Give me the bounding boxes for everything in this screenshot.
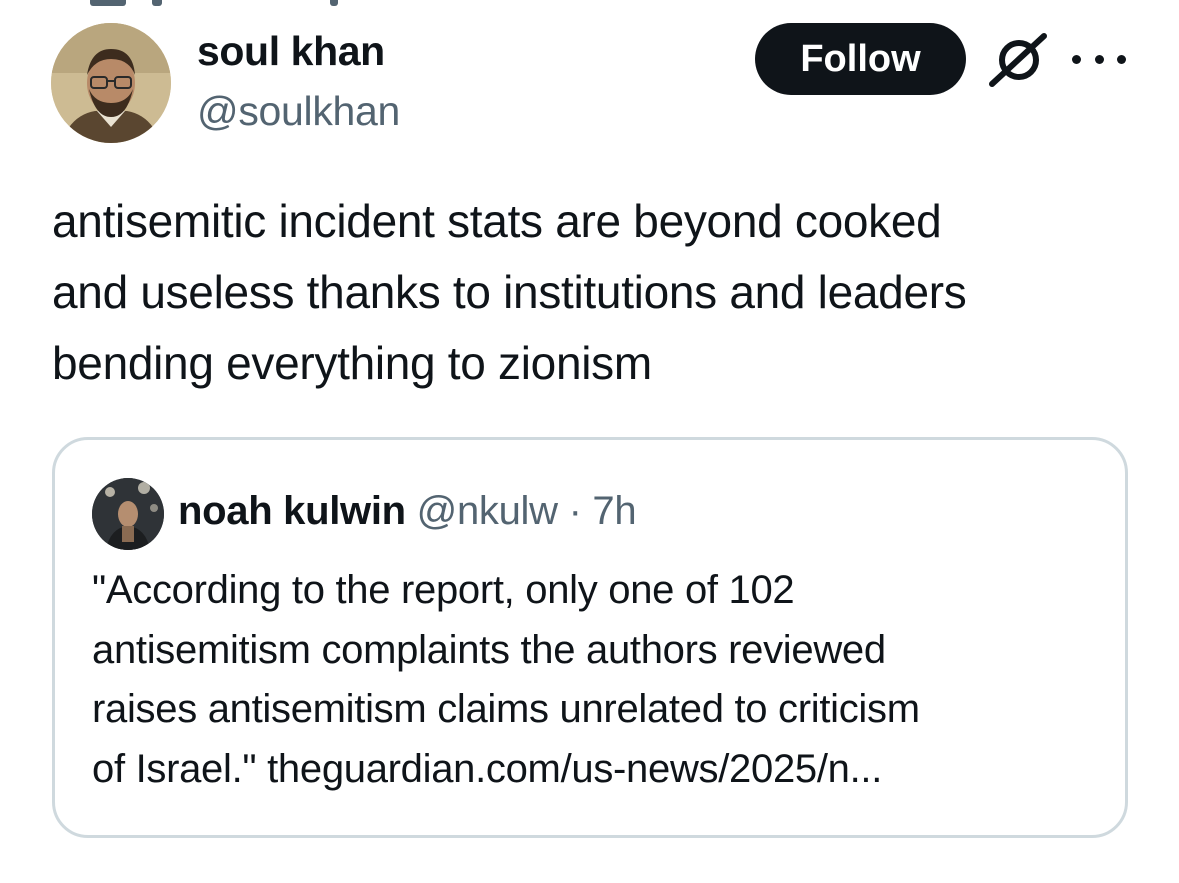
quoted-author-avatar-image xyxy=(92,478,164,550)
quoted-text-line: antisemitism complaints the authors revi… xyxy=(92,627,886,672)
author-display-name[interactable]: soul khan xyxy=(197,28,385,75)
author-avatar[interactable] xyxy=(51,23,171,143)
quoted-tweet-timestamp[interactable]: 7h xyxy=(592,489,636,533)
grok-icon-glyph xyxy=(989,33,1047,87)
quoted-tweet-text: "According to the report, only one of 10… xyxy=(92,561,1102,799)
more-dot xyxy=(1094,54,1104,64)
post-text-line: and useless thanks to institutions and l… xyxy=(52,266,967,318)
post-text-line: bending everything to zionism xyxy=(52,337,652,389)
author-handle[interactable]: @soulkhan xyxy=(197,88,400,135)
author-avatar-image xyxy=(51,23,171,143)
quoted-text-line: of Israel." theguardian.com/us-news/2025… xyxy=(92,746,883,791)
quoted-tweet-card[interactable]: noah kulwin @nkulw · 7h "According to th… xyxy=(52,437,1128,838)
quoted-author-avatar[interactable] xyxy=(92,478,164,550)
follow-button[interactable]: Follow xyxy=(755,23,966,95)
grok-icon[interactable] xyxy=(988,32,1048,88)
tweet-view: soul khan @soulkhan Follow antisemitic i… xyxy=(0,0,1179,883)
more-options-icon[interactable] xyxy=(1072,44,1126,74)
quoted-text-line: "According to the report, only one of 10… xyxy=(92,568,795,612)
post-text-line: antisemitic incident stats are beyond co… xyxy=(52,195,942,247)
more-dot xyxy=(1072,54,1081,64)
quoted-author-display-name[interactable]: noah kulwin xyxy=(178,489,406,533)
quoted-text-line: raises antisemitism claims unrelated to … xyxy=(92,687,920,731)
quoted-tweet-header: noah kulwin @nkulw · 7h xyxy=(178,489,637,534)
more-dot xyxy=(1117,54,1126,64)
header-separator: · xyxy=(568,489,582,533)
post-text: antisemitic incident stats are beyond co… xyxy=(52,186,1152,399)
previous-action-icons xyxy=(90,0,350,8)
quoted-author-handle[interactable]: @nkulw xyxy=(417,489,558,533)
